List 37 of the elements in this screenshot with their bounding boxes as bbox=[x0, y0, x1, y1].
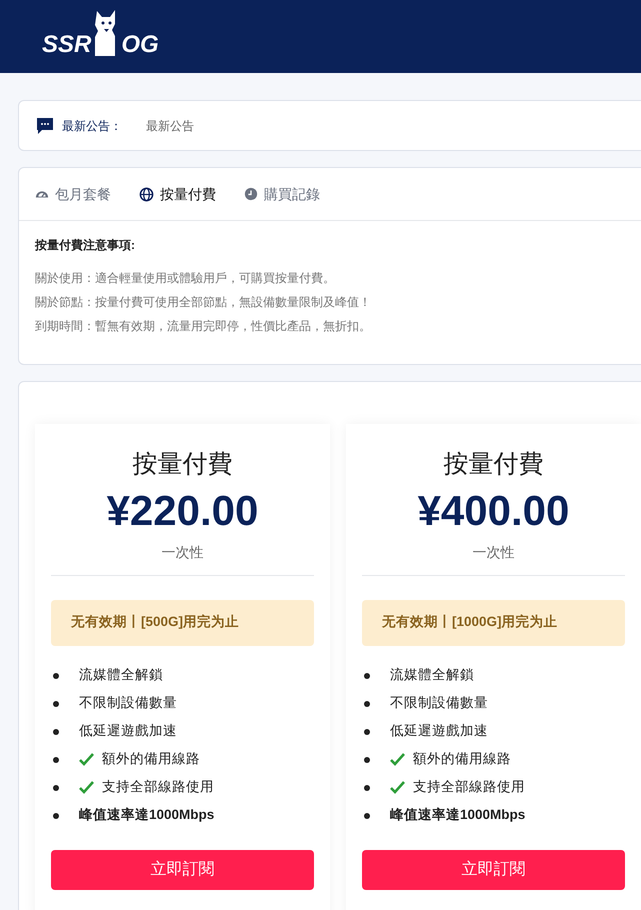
logo[interactable]: SSR OG bbox=[42, 9, 159, 57]
plan-name: 按量付費 bbox=[132, 449, 234, 480]
plan-banner: 无有效期丨[1000G]用完为止 bbox=[362, 600, 625, 646]
feature-text: 不限制設備數量 bbox=[79, 694, 177, 712]
feature-text: 不限制設備數量 bbox=[390, 694, 488, 712]
feature-text: 流媒體全解鎖 bbox=[390, 666, 474, 684]
notes-line: 關於節點：按量付費可使用全部節點，無設備數量限制及峰值！ bbox=[35, 294, 372, 311]
feature-text: 額外的備用線路 bbox=[413, 750, 511, 768]
plan-price: ¥400.00 bbox=[416, 486, 570, 536]
plan-banner: 无有效期丨[500G]用完为止 bbox=[51, 600, 314, 646]
subscribe-button[interactable]: 立即訂閱 bbox=[51, 850, 314, 890]
feature-text: 支持全部線路使用 bbox=[102, 778, 214, 796]
notes-line: 關於使用：適合輕量使用或體驗用戶，可購買按量付費。 bbox=[35, 270, 336, 287]
feature-text: 低延遲遊戲加速 bbox=[79, 722, 177, 740]
clock-icon bbox=[244, 187, 258, 201]
chat-icon bbox=[36, 116, 54, 134]
tab[interactable]: 購買記錄 bbox=[244, 184, 320, 204]
subscribe-button[interactable]: 立即訂閱 bbox=[362, 850, 625, 890]
notice-label: 最新公告： bbox=[62, 118, 122, 134]
feature-text: 支持全部線路使用 bbox=[413, 778, 525, 796]
feature-text: 額外的備用線路 bbox=[102, 750, 200, 768]
notes-title: 按量付費注意事項: bbox=[35, 237, 136, 254]
logo-text: SSR bbox=[42, 33, 92, 57]
feature-text: 流媒體全解鎖 bbox=[79, 666, 163, 684]
feature-text: 峰值速率達1000Mbps bbox=[79, 806, 214, 824]
plan-period: 一次性 bbox=[362, 542, 625, 576]
plan-period: 一次性 bbox=[51, 542, 314, 576]
tab[interactable]: 按量付費 bbox=[139, 184, 216, 204]
globe-icon bbox=[139, 186, 154, 202]
tab[interactable]: 包月套餐 bbox=[35, 184, 111, 204]
notice-text: 最新公告 bbox=[146, 118, 194, 134]
feature-text: 峰值速率達1000Mbps bbox=[390, 806, 526, 824]
feature-text: 低延遲遊戲加速 bbox=[390, 722, 488, 740]
notes-line: 到期時間：暫無有效期，流量用完即停，性價比產品，無折扣。 bbox=[35, 318, 372, 335]
plan-name: 按量付費 bbox=[442, 449, 544, 480]
plan-price: ¥220.00 bbox=[106, 486, 260, 536]
logo-text: OG bbox=[121, 33, 159, 57]
